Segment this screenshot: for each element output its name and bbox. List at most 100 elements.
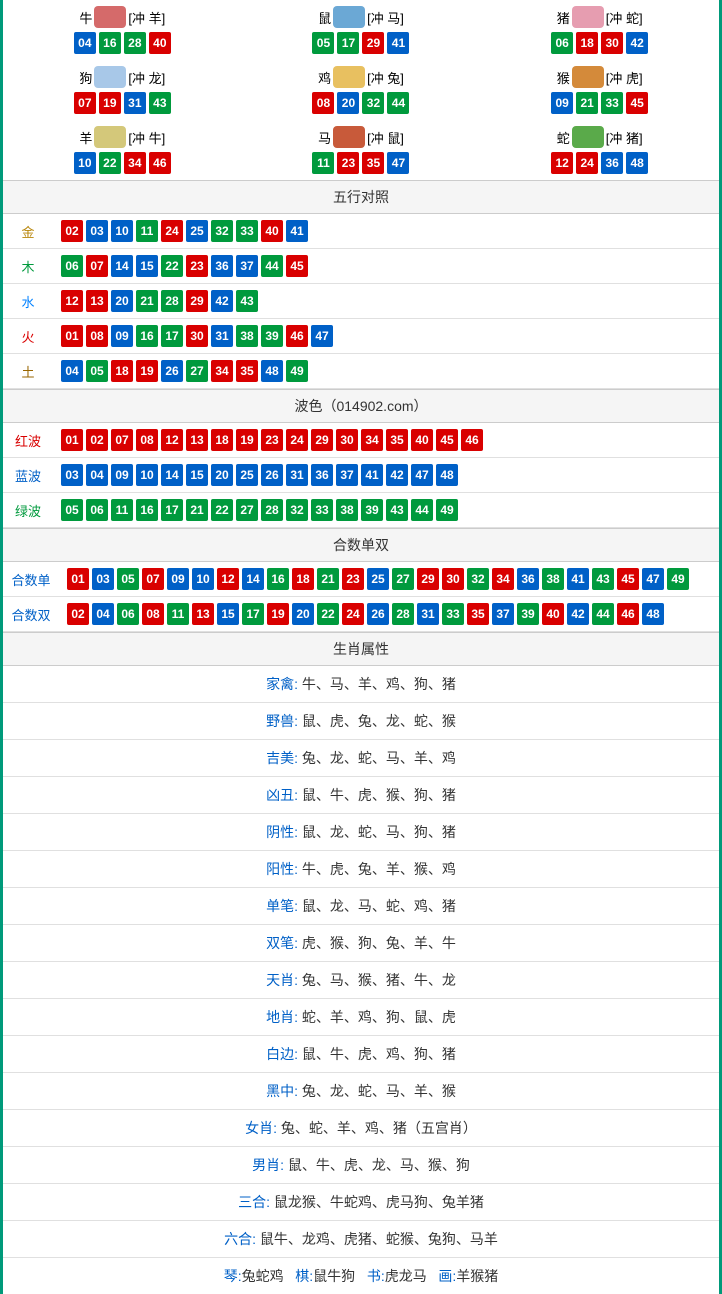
zodiac-animal-icon — [94, 126, 126, 148]
zodiac-name: 牛 — [79, 8, 92, 27]
attr-val: 虎、猴、狗、兔、羊、牛 — [298, 935, 456, 951]
zodiac-chong: [冲 猪] — [606, 128, 643, 147]
zodiac-chong: [冲 羊] — [128, 8, 165, 27]
number-ball: 06 — [551, 32, 573, 54]
number-ball: 28 — [124, 32, 146, 54]
number-ball: 13 — [192, 603, 214, 625]
number-ball: 28 — [392, 603, 414, 625]
zodiac-title: 蛇[冲 猪] — [557, 126, 643, 148]
number-ball: 10 — [192, 568, 214, 590]
number-ball: 31 — [211, 325, 233, 347]
zodiac-balls: 07193143 — [3, 92, 242, 114]
number-ball: 15 — [217, 603, 239, 625]
row-balls: 0103050709101214161821232527293032343638… — [59, 568, 719, 590]
number-ball: 30 — [186, 325, 208, 347]
attr-key: 野兽: — [266, 713, 298, 729]
footer-key: 棋: — [295, 1268, 313, 1284]
number-ball: 19 — [99, 92, 121, 114]
number-ball: 42 — [211, 290, 233, 312]
number-ball: 09 — [551, 92, 573, 114]
row-label: 土 — [3, 362, 53, 381]
attr-row: 双笔: 虎、猴、狗、兔、羊、牛 — [3, 925, 719, 962]
number-ball: 20 — [292, 603, 314, 625]
zodiac-animal-icon — [333, 6, 365, 28]
row-balls: 0108091617303138394647 — [53, 325, 719, 347]
row-label: 金 — [3, 222, 53, 241]
zodiac-title: 狗[冲 龙] — [79, 66, 165, 88]
number-ball: 03 — [61, 464, 83, 486]
zodiac-chong: [冲 兔] — [367, 68, 404, 87]
number-ball: 41 — [286, 220, 308, 242]
number-ball: 44 — [261, 255, 283, 277]
row-label: 合数单 — [3, 570, 59, 589]
zodiac-name: 马 — [318, 128, 331, 147]
heshu-header: 合数单双 — [3, 528, 719, 562]
number-ball: 40 — [261, 220, 283, 242]
number-ball: 12 — [551, 152, 573, 174]
number-ball: 14 — [111, 255, 133, 277]
attr-val: 鼠龙猴、牛蛇鸡、虎马狗、兔羊猪 — [270, 1194, 484, 1210]
number-ball: 17 — [161, 325, 183, 347]
number-ball: 29 — [362, 32, 384, 54]
attr-key: 阳性: — [266, 861, 298, 877]
number-ball: 07 — [111, 429, 133, 451]
number-ball: 33 — [236, 220, 258, 242]
number-ball: 41 — [387, 32, 409, 54]
number-ball: 21 — [136, 290, 158, 312]
attr-val: 鼠、龙、蛇、马、狗、猪 — [298, 824, 456, 840]
zodiac-name: 鼠 — [318, 8, 331, 27]
number-ball: 14 — [161, 464, 183, 486]
number-ball: 22 — [99, 152, 121, 174]
number-ball: 03 — [92, 568, 114, 590]
number-ball: 31 — [286, 464, 308, 486]
number-ball: 45 — [286, 255, 308, 277]
bose-table: 红波0102070812131819232429303435404546蓝波03… — [3, 423, 719, 528]
number-ball: 27 — [392, 568, 414, 590]
attr-row: 阴性: 鼠、龙、蛇、马、狗、猪 — [3, 814, 719, 851]
number-ball: 38 — [236, 325, 258, 347]
attr-key: 吉美: — [266, 750, 298, 766]
zodiac-cell: 狗[冲 龙] 07193143 — [3, 60, 242, 120]
number-ball: 29 — [417, 568, 439, 590]
number-ball: 32 — [467, 568, 489, 590]
zodiac-chong: [冲 蛇] — [606, 8, 643, 27]
zodiac-animal-icon — [572, 66, 604, 88]
number-ball: 26 — [261, 464, 283, 486]
number-ball: 21 — [317, 568, 339, 590]
zodiac-chong: [冲 牛] — [128, 128, 165, 147]
number-ball: 42 — [567, 603, 589, 625]
number-ball: 13 — [86, 290, 108, 312]
zodiac-name: 猴 — [557, 68, 570, 87]
attr-val: 兔、龙、蛇、马、羊、鸡 — [298, 750, 456, 766]
attr-row: 白边: 鼠、牛、虎、鸡、狗、猪 — [3, 1036, 719, 1073]
number-ball: 18 — [576, 32, 598, 54]
number-ball: 23 — [337, 152, 359, 174]
attr-val: 牛、虎、兔、羊、猴、鸡 — [298, 861, 456, 877]
attr-key: 双笔: — [266, 935, 298, 951]
number-ball: 17 — [337, 32, 359, 54]
zodiac-balls: 11233547 — [242, 152, 481, 174]
number-ball: 21 — [576, 92, 598, 114]
number-ball: 05 — [117, 568, 139, 590]
number-ball: 16 — [136, 325, 158, 347]
row-balls: 06071415222336374445 — [53, 255, 719, 277]
number-ball: 25 — [186, 220, 208, 242]
number-ball: 15 — [186, 464, 208, 486]
attr-val: 牛、马、羊、鸡、狗、猪 — [298, 676, 456, 692]
number-ball: 38 — [542, 568, 564, 590]
number-ball: 44 — [387, 92, 409, 114]
zodiac-title: 猴[冲 虎] — [557, 66, 643, 88]
number-ball: 45 — [626, 92, 648, 114]
zodiac-balls: 10223446 — [3, 152, 242, 174]
number-ball: 01 — [67, 568, 89, 590]
attr-row: 六合: 鼠牛、龙鸡、虎猪、蛇猴、兔狗、马羊 — [3, 1221, 719, 1258]
number-ball: 40 — [411, 429, 433, 451]
row-label: 水 — [3, 292, 53, 311]
row-label: 合数双 — [3, 605, 59, 624]
qin-qi-shu-hua-row: 琴:兔蛇鸡 棋:鼠牛狗 书:虎龙马 画:羊猴猪 — [3, 1258, 719, 1294]
row-label: 红波 — [3, 431, 53, 450]
attr-row: 男肖: 鼠、牛、虎、龙、马、猴、狗 — [3, 1147, 719, 1184]
footer-key: 书: — [367, 1268, 385, 1284]
number-ball: 01 — [61, 429, 83, 451]
zodiac-title: 马[冲 鼠] — [318, 126, 404, 148]
